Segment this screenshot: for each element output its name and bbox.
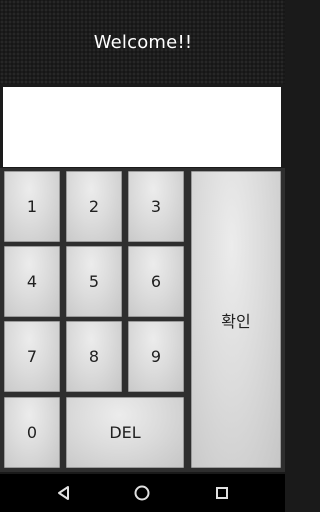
- key-1-button[interactable]: 1: [4, 171, 60, 242]
- key-2-button[interactable]: 2: [66, 171, 122, 242]
- page-title: Welcome!!: [93, 31, 193, 53]
- key-6-button[interactable]: 6: [128, 246, 184, 317]
- back-icon[interactable]: [52, 483, 74, 503]
- key-8-button[interactable]: 8: [66, 321, 122, 392]
- number-keypad: 1 2 3 4 5 6 7 8 9 0 DEL 확인: [0, 168, 285, 472]
- key-5-button[interactable]: 5: [66, 246, 122, 317]
- home-icon[interactable]: [131, 483, 153, 503]
- key-3-button[interactable]: 3: [128, 171, 184, 242]
- app-header: Welcome!!: [0, 0, 285, 84]
- key-9-button[interactable]: 9: [128, 321, 184, 392]
- key-0-button[interactable]: 0: [4, 397, 60, 468]
- pin-display-field[interactable]: [3, 87, 281, 167]
- recents-icon[interactable]: [211, 483, 233, 503]
- confirm-button[interactable]: 확인: [191, 171, 281, 468]
- delete-button[interactable]: DEL: [66, 397, 184, 468]
- key-4-button[interactable]: 4: [4, 246, 60, 317]
- key-7-button[interactable]: 7: [4, 321, 60, 392]
- system-navigation-bar: [0, 474, 285, 512]
- pin-entry-screen: Welcome!! 1 2 3 4 5 6 7 8 9 0 DEL 확인: [0, 0, 285, 512]
